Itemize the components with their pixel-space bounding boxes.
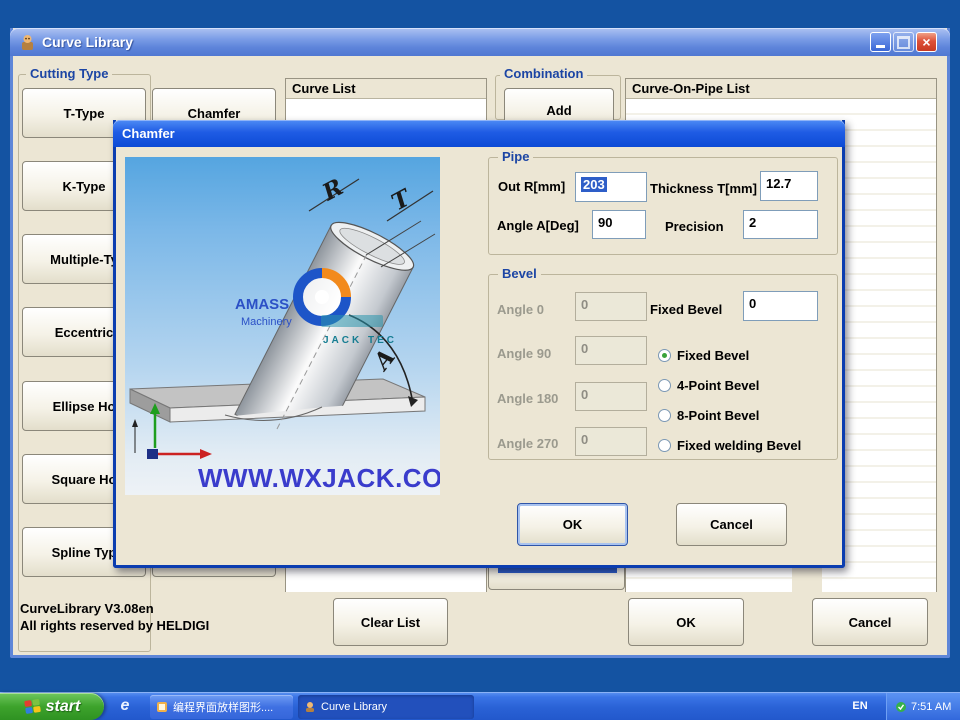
main-cancel-button[interactable]: Cancel <box>812 598 928 646</box>
angle0-label: Angle 0 <box>497 302 544 317</box>
quick-launch-ie-icon[interactable]: e <box>116 697 134 715</box>
app-icon <box>19 34 36 51</box>
language-indicator[interactable]: EN <box>846 696 874 716</box>
taskbar <box>0 692 960 720</box>
angle-a-label: Angle A[Deg] <box>497 218 579 233</box>
minimize-button[interactable] <box>870 32 891 52</box>
angle270-label: Angle 270 <box>497 436 558 451</box>
maximize-button[interactable] <box>893 32 914 52</box>
angle180-input: 0 <box>575 382 647 411</box>
pipe-diagram-svg: R T A AMASS Machinery JACK TE <box>125 157 440 495</box>
curve-on-pipe-header: Curve-On-Pipe List <box>626 79 936 99</box>
website-watermark: WWW.WXJACK.COM <box>198 463 440 493</box>
version-info: CurveLibrary V3.08en All rights reserved… <box>20 600 209 634</box>
cutting-type-label: Cutting Type <box>26 67 112 81</box>
fixed-bevel-label: Fixed Bevel <box>650 302 722 317</box>
pipe-illustration: R T A AMASS Machinery JACK TE <box>125 157 440 495</box>
dialog-cancel-button[interactable]: Cancel <box>676 503 787 546</box>
fixed-bevel-input[interactable]: 0 <box>743 291 818 321</box>
out-r-label: Out R[mm] <box>498 179 565 194</box>
version-line2: All rights reserved by HELDIGI <box>20 617 209 634</box>
angle90-label: Angle 90 <box>497 346 551 361</box>
angle90-input: 0 <box>575 336 647 365</box>
tray-status-icon[interactable] <box>895 701 907 713</box>
start-button[interactable]: start <box>0 693 104 720</box>
dim-t-label: T <box>387 184 416 217</box>
brand-amass: AMASS <box>235 296 289 313</box>
curve-list-header: Curve List <box>286 79 486 99</box>
brand-cn-blur <box>321 315 383 327</box>
dim-a-label: A <box>367 344 401 376</box>
main-ok-button[interactable]: OK <box>628 598 744 646</box>
precision-label: Precision <box>665 219 724 234</box>
version-line1: CurveLibrary V3.08en <box>20 600 209 617</box>
windows-flag-icon <box>24 698 41 715</box>
angle270-input: 0 <box>575 427 647 456</box>
clock: 7:51 AM <box>911 701 951 713</box>
angle180-label: Angle 180 <box>497 391 558 406</box>
radio-fixed-welding-bevel[interactable] <box>658 439 671 452</box>
curve-library-app-icon <box>304 701 316 713</box>
precision-input[interactable]: 2 <box>743 210 818 239</box>
cad-app-icon <box>156 701 168 713</box>
angle-a-input[interactable]: 90 <box>592 210 646 239</box>
radio-8-point-bevel[interactable] <box>658 409 671 422</box>
radio-fixed-bevel-label[interactable]: Fixed Bevel <box>677 348 749 363</box>
close-button[interactable]: × <box>916 32 937 52</box>
brand-jack-tec: JACK TEC <box>323 335 397 346</box>
chamfer-dialog-titlebar[interactable]: Chamfer <box>113 120 845 147</box>
desktop: Curve Library × Cutting Type T-Type K-Ty… <box>0 0 960 720</box>
out-r-input[interactable]: 203 <box>575 172 647 202</box>
bevel-group-label: Bevel <box>498 267 541 281</box>
combination-label: Combination <box>500 67 587 81</box>
radio-4-point-bevel-label[interactable]: 4-Point Bevel <box>677 378 759 393</box>
taskbar-item-curve-library-label: Curve Library <box>321 701 387 713</box>
pipe-group-label: Pipe <box>498 150 533 164</box>
angle0-input: 0 <box>575 292 647 321</box>
radio-fixed-welding-bevel-label[interactable]: Fixed welding Bevel <box>677 438 801 453</box>
radio-4-point-bevel[interactable] <box>658 379 671 392</box>
taskbar-item-curve-library[interactable]: Curve Library <box>298 695 474 719</box>
taskbar-item-cad[interactable]: 编程界面放样图形.... <box>150 695 293 719</box>
start-label: start <box>46 698 81 716</box>
radio-fixed-bevel[interactable] <box>658 349 671 362</box>
chamfer-dialog-title: Chamfer <box>122 126 175 141</box>
radio-8-point-bevel-label[interactable]: 8-Point Bevel <box>677 408 759 423</box>
clear-list-button[interactable]: Clear List <box>333 598 448 646</box>
window-title: Curve Library <box>42 34 133 50</box>
dialog-ok-button[interactable]: OK <box>517 503 628 546</box>
thickness-input[interactable]: 12.7 <box>760 171 818 201</box>
out-r-value: 203 <box>581 177 607 192</box>
taskbar-item-cad-label: 编程界面放样图形.... <box>173 699 273 715</box>
brand-machinery: Machinery <box>241 316 292 328</box>
system-tray: 7:51 AM <box>886 693 960 720</box>
main-titlebar: Curve Library <box>10 28 950 56</box>
dim-r-label: R <box>317 173 347 206</box>
thickness-label: Thickness T[mm] <box>650 181 757 196</box>
